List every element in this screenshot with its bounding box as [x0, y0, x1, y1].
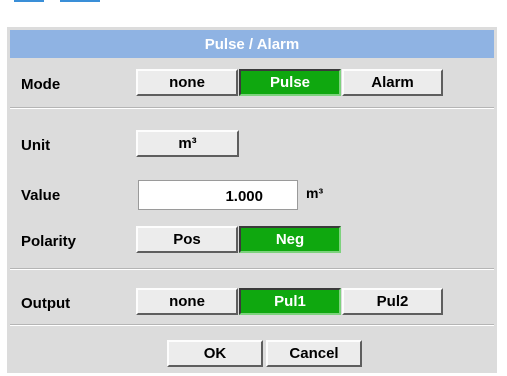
cancel-button[interactable]: Cancel: [266, 340, 362, 367]
output-label: Output: [21, 295, 71, 312]
mode-none-button[interactable]: none: [136, 69, 238, 96]
polarity-label: Polarity: [21, 233, 77, 250]
ok-button[interactable]: OK: [167, 340, 263, 367]
mode-label: Mode: [21, 76, 61, 93]
pulse-alarm-dialog: Pulse / Alarm Mode none Pulse Alarm Unit…: [7, 27, 497, 373]
top-edge-fragment: [14, 0, 44, 2]
value-input[interactable]: 1.000: [138, 180, 298, 210]
output-pul1-button[interactable]: Pul1: [239, 288, 341, 315]
unit-label: Unit: [21, 137, 51, 154]
value-label: Value: [21, 187, 61, 204]
top-edge-fragment: [60, 0, 100, 2]
value-unit: m³: [306, 185, 324, 201]
separator: [10, 324, 494, 326]
unit-button[interactable]: m³: [136, 130, 239, 157]
dialog-title: Pulse / Alarm: [10, 30, 494, 58]
mode-alarm-button[interactable]: Alarm: [342, 69, 443, 96]
separator: [10, 107, 494, 109]
polarity-neg-button[interactable]: Neg: [239, 226, 341, 253]
output-pul2-button[interactable]: Pul2: [342, 288, 443, 315]
polarity-pos-button[interactable]: Pos: [136, 226, 238, 253]
mode-pulse-button[interactable]: Pulse: [239, 69, 341, 96]
separator: [10, 268, 494, 270]
output-none-button[interactable]: none: [136, 288, 238, 315]
